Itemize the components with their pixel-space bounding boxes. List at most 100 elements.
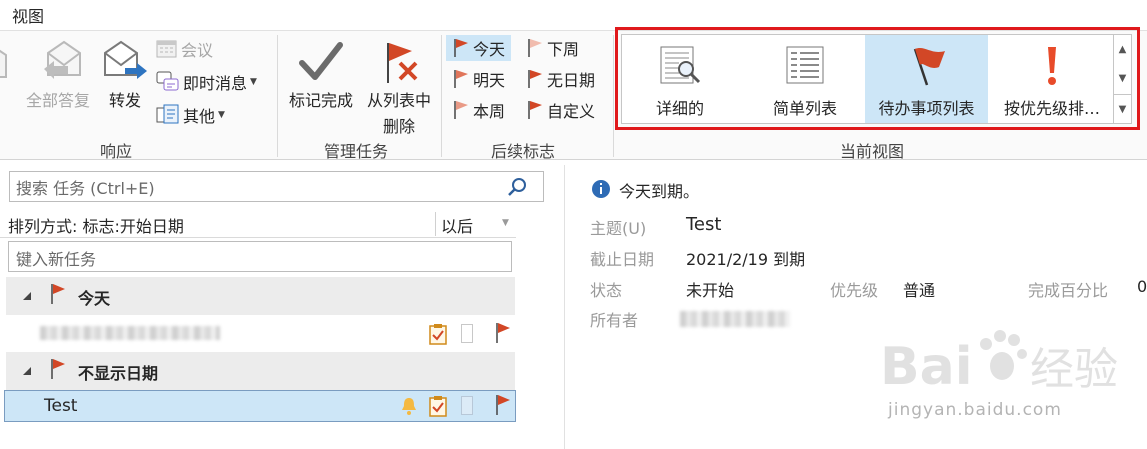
flag-tomorrow-icon <box>454 70 468 88</box>
sort-order-toggle[interactable]: 以后 <box>441 213 473 237</box>
new-task-placeholder: 键入新任务 <box>16 250 97 269</box>
status-label: 状态 <box>590 281 623 300</box>
priority-label: 优先级 <box>830 281 879 300</box>
flag-next-week-button[interactable]: 下周 <box>526 35 579 61</box>
flag-this-week-button[interactable]: 本周 <box>452 97 505 123</box>
forward-button[interactable]: 转发 <box>100 39 150 111</box>
owner-label: 所有者 <box>590 311 639 330</box>
flag-no-date-button[interactable]: 无日期 <box>526 66 595 92</box>
dropdown-arrow-icon: ▼ <box>250 77 257 87</box>
group-separator <box>277 35 278 157</box>
percent-complete-value: 0 <box>1137 277 1147 296</box>
ribbon-tab-row: 视图 <box>0 0 1147 30</box>
calendar-icon <box>156 40 177 58</box>
subject-label: 主题(U) <box>590 219 647 238</box>
watermark-url: jingyan.baidu.com <box>888 400 1062 420</box>
remove-label-line2: 删除 <box>382 117 415 136</box>
info-icon <box>592 180 610 198</box>
reply-all-label: 全部答复 <box>25 91 90 110</box>
reminder-bell-icon <box>402 398 416 415</box>
status-value: 未开始 <box>686 281 735 300</box>
pane-divider[interactable] <box>564 165 565 449</box>
flag-custom-icon <box>528 101 542 119</box>
flag-no-date-label: 无日期 <box>547 71 596 90</box>
reply-all-button[interactable]: 全部答复 <box>20 39 96 111</box>
search-placeholder: 搜索 任务 (Ctrl+E) <box>16 179 155 198</box>
due-date-value: 2021/2/19 到期 <box>686 250 806 269</box>
group-title: 今天 <box>78 289 111 308</box>
flag-icon[interactable] <box>494 322 512 344</box>
watermark-brand2: 经验 <box>1030 344 1118 395</box>
flag-custom-label: 自定义 <box>547 102 596 121</box>
more-respond-button[interactable]: 其他 ▼ <box>156 102 225 128</box>
subject-value: Test <box>686 214 722 235</box>
task-subject: Test <box>44 396 78 416</box>
group-header-today[interactable]: 今天 <box>6 277 515 315</box>
due-date-label: 截止日期 <box>590 250 655 269</box>
flag-next-week-label: 下周 <box>547 40 580 59</box>
flag-icon <box>51 359 65 379</box>
more-label: 其他 <box>183 107 216 126</box>
checkmark-icon <box>299 42 343 80</box>
search-icon <box>508 178 526 196</box>
more-respond-icon <box>156 104 179 124</box>
group-label-followup: 后续标志 <box>491 142 556 161</box>
meeting-button[interactable]: 会议 <box>156 36 213 62</box>
group-label-respond: 响应 <box>100 142 133 161</box>
category-box[interactable] <box>461 324 473 343</box>
paw-logo-icon <box>980 330 1027 380</box>
percent-complete-label: 完成百分比 <box>1028 281 1109 300</box>
baidu-jingyan-watermark: Bai 经验 <box>880 330 1118 397</box>
remove-label-line1: 从列表中 <box>366 91 431 110</box>
instant-message-icon <box>156 71 179 91</box>
flag-custom-button[interactable]: 自定义 <box>526 97 595 123</box>
group-title: 不显示日期 <box>78 364 159 383</box>
flag-this-week-label: 本周 <box>473 102 506 121</box>
blurred-owner-value <box>680 311 790 327</box>
priority-value: 普通 <box>903 281 936 300</box>
flag-today-button[interactable]: 今天 <box>446 35 512 61</box>
task-row-selected[interactable]: Test <box>4 390 516 422</box>
remove-from-list-button[interactable]: 从列表中 删除 <box>361 39 437 137</box>
instant-message-button[interactable]: 即时消息 ▼ <box>156 69 257 95</box>
forward-label: 转发 <box>108 91 141 110</box>
watermark-brand: Bai <box>880 337 973 397</box>
group-label-current-view: 当前视图 <box>840 142 905 161</box>
collapse-triangle-icon[interactable] <box>23 292 31 300</box>
flag-icon[interactable] <box>494 394 512 416</box>
forward-mail-icon <box>104 40 147 79</box>
remove-flag-icon <box>387 43 418 83</box>
task-clipboard-icon <box>429 396 447 417</box>
task-clipboard-icon <box>429 324 447 345</box>
mark-complete-label: 标记完成 <box>288 91 353 110</box>
collapse-triangle-icon[interactable] <box>23 367 31 375</box>
flag-next-week-icon <box>528 39 542 57</box>
arrange-by-label[interactable]: 排列方式: 标志:开始日期 <box>8 213 184 237</box>
group-label-manage: 管理任务 <box>324 142 389 161</box>
meeting-label: 会议 <box>181 41 214 60</box>
flag-today-label: 今天 <box>473 40 506 59</box>
group-header-no-date[interactable]: 不显示日期 <box>6 352 515 390</box>
flag-this-week-icon <box>454 101 468 119</box>
group-separator <box>613 35 614 157</box>
task-row[interactable] <box>4 318 516 350</box>
tab-view[interactable]: 视图 <box>12 3 44 27</box>
category-box[interactable] <box>461 396 473 415</box>
blurred-task-subject <box>40 326 220 340</box>
mark-complete-button[interactable]: 标记完成 <box>283 39 359 111</box>
flag-icon <box>51 284 65 304</box>
due-info-banner: 今天到期。 <box>619 182 700 201</box>
sort-dropdown-icon[interactable]: ▼ <box>502 218 509 228</box>
reply-button[interactable]: 复 <box>0 39 16 114</box>
dropdown-arrow-icon: ▼ <box>218 110 225 120</box>
reply-label: 复 <box>0 90 16 114</box>
column-divider <box>435 212 436 236</box>
flag-no-date-icon <box>528 70 542 88</box>
reply-icon <box>0 49 7 78</box>
reply-all-icon <box>44 40 81 79</box>
flag-tomorrow-label: 明天 <box>473 71 506 90</box>
flag-tomorrow-button[interactable]: 明天 <box>452 66 505 92</box>
current-view-highlight-box <box>615 27 1140 130</box>
flag-today-icon <box>454 39 468 57</box>
instant-message-label: 即时消息 <box>183 74 248 93</box>
